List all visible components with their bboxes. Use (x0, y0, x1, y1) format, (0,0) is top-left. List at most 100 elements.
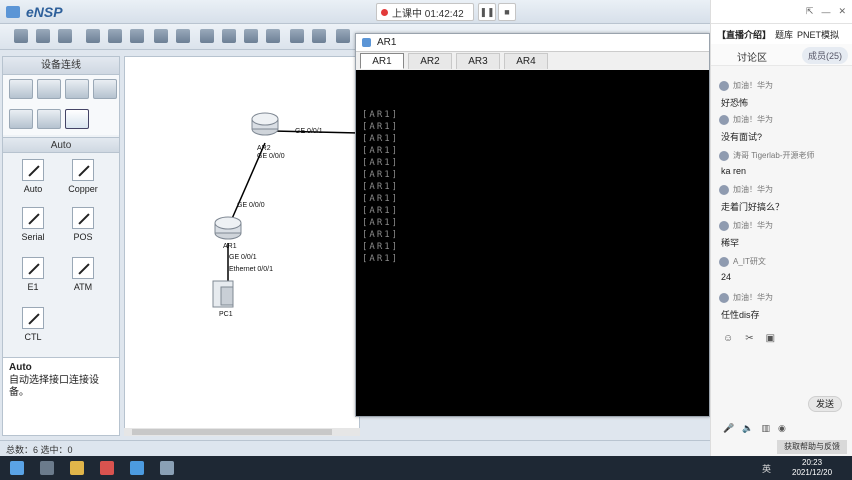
cable-pos[interactable]: POS (59, 207, 107, 242)
chat-tabs: 【直播介绍】 题库 PNET模拟 (711, 24, 852, 44)
tab-ar4[interactable]: AR4 (504, 53, 548, 69)
undo-icon[interactable] (154, 29, 168, 43)
emoji-icon[interactable]: ☺ (723, 333, 733, 344)
palette-icon[interactable] (312, 29, 326, 43)
description-text: 自动选择接口连接设备。 (9, 375, 99, 398)
router-ar2-icon[interactable] (251, 112, 279, 136)
record-dot-icon (381, 8, 388, 16)
message-text: 好恐怖 (721, 98, 749, 108)
serial-cable-icon (22, 207, 44, 229)
clock[interactable]: 20:23 2021/12/20 (792, 458, 832, 478)
interface-label: Ethernet 0/0/1 (229, 266, 273, 273)
new-topology-alt-icon[interactable] (36, 29, 50, 43)
microphone-icon[interactable]: 🎤 (723, 423, 734, 434)
message-user: 加油！华为 (733, 115, 773, 124)
avatar (719, 292, 729, 303)
chat-panel: ⇱ — ✕ 【直播介绍】 题库 PNET模拟 讨论区 成员(25) 加油！华为 … (710, 0, 852, 456)
search-icon[interactable] (40, 461, 54, 475)
terminal-line: [AR1] (362, 182, 400, 192)
message-text: 24 (721, 272, 732, 282)
router-ar1-icon[interactable] (214, 216, 242, 240)
browser-icon[interactable] (100, 461, 114, 475)
share-icon[interactable]: ⇱ (806, 6, 814, 17)
text-icon[interactable] (290, 29, 304, 43)
save-icon[interactable] (86, 29, 100, 43)
cable-atm[interactable]: ATM (59, 257, 107, 292)
delete-icon[interactable] (244, 29, 258, 43)
cable-label: E1 (27, 282, 39, 292)
minimize-icon[interactable]: — (821, 7, 830, 17)
discussion-header: 讨论区 成员(25) (711, 44, 852, 66)
ensp-taskbar-icon[interactable] (130, 461, 144, 475)
app-logo-icon (6, 6, 20, 18)
cable-category-icon[interactable] (65, 109, 89, 129)
cloud-category-icon[interactable] (37, 109, 61, 129)
switch-category-icon[interactable] (37, 79, 61, 99)
description-title: Auto (9, 362, 32, 373)
avatar (719, 256, 729, 267)
terminal-line: [AR1] (362, 206, 400, 216)
cable-auto[interactable]: Auto (9, 159, 57, 194)
record-icon[interactable]: ◉ (778, 423, 786, 434)
cable-serial[interactable]: Serial (9, 207, 57, 242)
ime-indicator[interactable]: 英 (762, 462, 771, 475)
close-icon[interactable]: ✕ (838, 6, 846, 17)
chat-message: 加油！华为 走着门好搞么？ (719, 184, 845, 213)
members-button[interactable]: 成员(25) (801, 47, 848, 64)
pause-icon[interactable]: ❚❚ (478, 3, 496, 21)
tab-pnet[interactable]: PNET模拟 (797, 28, 839, 41)
tab-question-bank[interactable]: 题库 (775, 28, 793, 41)
stats-icon[interactable]: ▥ (761, 423, 770, 434)
e1-cable-icon (22, 257, 44, 279)
tab-ar1[interactable]: AR1 (360, 53, 404, 69)
speaker-icon[interactable]: 🔈 (742, 423, 753, 434)
cable-subheader: Auto (3, 137, 119, 153)
file-explorer-icon[interactable] (70, 461, 84, 475)
cable-ctl[interactable]: CTL (9, 307, 57, 342)
image-icon[interactable]: ▣ (766, 333, 775, 344)
recording-indicator: 上课中 01:42:42 (376, 3, 474, 21)
delete-all-icon[interactable] (266, 29, 280, 43)
save-as-icon[interactable] (108, 29, 122, 43)
help-feedback-button[interactable]: 获取帮助与反馈 (777, 440, 847, 454)
canvas-scrollbar[interactable] (124, 428, 360, 436)
device-panel-header: 设备连线 (3, 57, 119, 75)
chat-message: 加油！华为 好恐怖 (719, 80, 845, 109)
start-device-icon[interactable] (336, 29, 350, 43)
redo-icon[interactable] (176, 29, 190, 43)
tab-ar2[interactable]: AR2 (408, 53, 452, 69)
app-taskbar-icon[interactable] (160, 461, 174, 475)
chat-message: 涛哥 Tigerlab-开源老师 ka ren (719, 150, 845, 176)
device-panel: 设备连线 Auto Auto Copper Serial POS E1 ATM … (2, 56, 120, 436)
scissors-icon[interactable]: ✂ (745, 333, 753, 344)
tab-ar3[interactable]: AR3 (456, 53, 500, 69)
hand-icon[interactable] (222, 29, 236, 43)
cable-label: ATM (73, 282, 93, 292)
wlan-category-icon[interactable] (65, 79, 89, 99)
router-category-icon[interactable] (9, 79, 33, 99)
message-user: 加油！华为 (733, 81, 773, 90)
chat-message: 加油！华为 没有面试? (719, 114, 845, 143)
send-button[interactable]: 发送 (808, 396, 842, 412)
terminal-output[interactable]: [AR1] [AR1] [AR1] [AR1] [AR1] [AR1] [AR1… (356, 70, 709, 416)
stop-icon[interactable]: ■ (498, 3, 516, 21)
start-icon[interactable] (10, 461, 24, 475)
interface-label: GE 0/0/1 (295, 128, 323, 135)
pc-category-icon[interactable] (9, 109, 33, 129)
open-icon[interactable] (58, 29, 72, 43)
avatar (719, 184, 729, 195)
firewall-category-icon[interactable] (93, 79, 117, 99)
cable-e1[interactable]: E1 (9, 257, 57, 292)
clock-time: 20:23 (802, 458, 823, 467)
interface-label: GE 0/0/0 (237, 202, 265, 209)
message-user: 加油！华为 (733, 185, 773, 194)
topology-canvas[interactable]: AR2 AR1 PC1 GE 0/0/1 GE 0/0/0 GE 0/0/0 G… (124, 56, 360, 434)
cable-copper[interactable]: Copper (59, 159, 107, 194)
terminal-line: [AR1] (362, 218, 400, 228)
tab-live-intro[interactable]: 【直播介绍】 (717, 28, 771, 41)
print-icon[interactable] (130, 29, 144, 43)
select-icon[interactable] (200, 29, 214, 43)
pc1-icon[interactable] (212, 280, 234, 308)
avatar (719, 80, 729, 91)
new-topology-icon[interactable] (14, 29, 28, 43)
